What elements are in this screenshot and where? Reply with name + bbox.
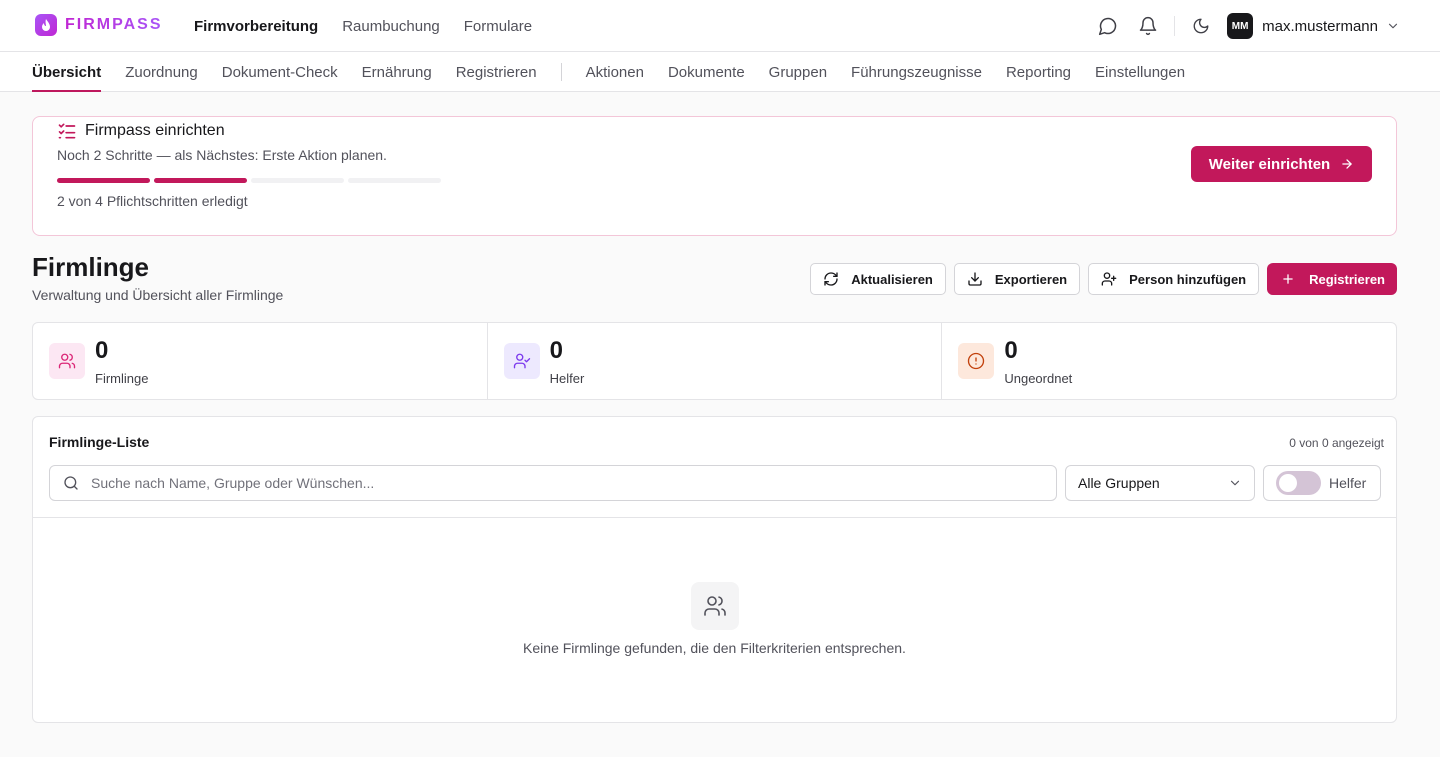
users-icon [49, 343, 85, 379]
theme-toggle-button[interactable] [1181, 6, 1221, 46]
chevron-down-icon [1230, 480, 1240, 486]
tab-dokument-check[interactable]: Dokument-Check [222, 52, 338, 92]
top-right-controls: MM max.mustermann [1088, 0, 1400, 52]
search-field[interactable] [49, 465, 1057, 501]
setup-description: Noch 2 Schritte — als Nächstes: Erste Ak… [57, 147, 387, 163]
register-label: Registrieren [1309, 271, 1385, 287]
bell-icon [1139, 16, 1157, 36]
stat-label: Ungeordnet [1004, 371, 1073, 386]
header-divider [1174, 16, 1176, 36]
chat-icon [1099, 17, 1117, 36]
checklist-icon [58, 123, 76, 139]
brand-name: FIRMPASS [65, 16, 163, 33]
user-name[interactable]: max.mustermann [1262, 18, 1378, 35]
moon-icon [1193, 18, 1209, 34]
tab-einstellungen[interactable]: Einstellungen [1095, 52, 1185, 92]
tab-zuordnung[interactable]: Zuordnung [125, 52, 198, 92]
tab-dokumente[interactable]: Dokumente [668, 52, 745, 92]
page-actions: Aktualisieren Exportieren Person hinzufü… [810, 263, 1397, 295]
page-title: Firmlinge [32, 252, 150, 282]
notifications-button[interactable] [1128, 6, 1168, 46]
empty-state-text: Keine Firmlinge gefunden, die den Filter… [523, 640, 906, 656]
refresh-button[interactable]: Aktualisieren [810, 263, 946, 295]
download-icon [968, 272, 982, 286]
avatar[interactable]: MM [1227, 13, 1254, 39]
plus-icon [1283, 274, 1293, 284]
tab-fuehrungszeugnisse[interactable]: Führungszeugnisse [851, 52, 982, 92]
sub-nav: Übersicht Zuordnung Dokument-Check Ernäh… [0, 52, 1440, 92]
flame-icon [35, 14, 57, 36]
stat-label: Firmlinge [95, 371, 149, 386]
users-icon [691, 582, 739, 630]
toggle-knob [1279, 474, 1297, 492]
brand-logo[interactable]: FIRMPASS [35, 14, 162, 36]
main-nav-formulare[interactable]: Formulare [464, 18, 532, 35]
search-icon [64, 476, 78, 490]
stat-value: 0 [1004, 337, 1018, 364]
user-plus-icon [1101, 272, 1117, 286]
chevron-down-icon[interactable] [1386, 19, 1400, 33]
user-check-icon [503, 343, 540, 379]
stat-value: 0 [549, 337, 564, 364]
progress-step-2 [154, 178, 247, 183]
list-title: Firmlinge-Liste [49, 434, 150, 450]
setup-card: Firmpass einrichten Noch 2 Schritte — al… [32, 116, 1397, 236]
list-divider [33, 517, 1396, 518]
setup-progress [57, 178, 441, 183]
search-input[interactable] [91, 475, 991, 491]
sub-nav-separator [560, 63, 562, 81]
tab-registrieren[interactable]: Registrieren [456, 52, 537, 92]
tab-aktionen[interactable]: Aktionen [586, 52, 644, 92]
progress-step-3 [251, 178, 344, 183]
tab-ernaehrung[interactable]: Ernährung [362, 52, 432, 92]
stat-value: 0 [95, 337, 109, 364]
continue-setup-button[interactable]: Weiter einrichten [1191, 146, 1372, 182]
add-person-button[interactable]: Person hinzufügen [1088, 263, 1260, 295]
chat-button[interactable] [1088, 6, 1128, 46]
main-nav-firmvorbereitung[interactable]: Firmvorbereitung [194, 18, 318, 35]
stat-label: Helfer [549, 371, 585, 386]
stat-ungeordnet: 0 Ungeordnet [942, 323, 1396, 399]
continue-setup-label: Weiter einrichten [1208, 155, 1331, 173]
register-button[interactable]: Registrieren [1267, 263, 1397, 295]
add-person-label: Person hinzufügen [1129, 271, 1247, 287]
helper-filter: Helfer [1263, 465, 1381, 501]
alert-circle-icon [958, 343, 995, 379]
progress-step-4 [348, 178, 441, 183]
helper-toggle[interactable] [1276, 471, 1321, 495]
main-nav: Firmvorbereitung Raumbuchung Formulare [194, 0, 532, 52]
export-label: Exportieren [994, 271, 1068, 287]
group-select[interactable]: Alle Gruppen [1065, 465, 1255, 501]
main-nav-raumbuchung[interactable]: Raumbuchung [342, 18, 440, 35]
tab-uebersicht[interactable]: Übersicht [32, 52, 102, 92]
refresh-label: Aktualisieren [851, 271, 933, 287]
firmlinge-list-card: Firmlinge-Liste 0 von 0 angezeigt Alle G… [32, 416, 1397, 723]
tab-gruppen[interactable]: Gruppen [769, 52, 827, 92]
list-count: 0 von 0 angezeigt [1289, 436, 1384, 450]
progress-step-1 [57, 178, 150, 183]
stat-helfer: 0 Helfer [488, 323, 943, 399]
refresh-icon [824, 272, 838, 286]
setup-title: Firmpass einrichten [85, 122, 225, 139]
setup-step-count: 2 von 4 Pflichtschritten erledigt [57, 193, 248, 209]
export-button[interactable]: Exportieren [953, 263, 1081, 295]
setup-title-row: Firmpass einrichten [57, 121, 225, 141]
page-subtitle: Verwaltung und Übersicht aller Firmlinge [32, 287, 284, 303]
stats-row: 0 Firmlinge 0 Helfer 0 Ungeordnet [32, 322, 1397, 400]
stat-firmlinge: 0 Firmlinge [33, 323, 488, 399]
top-bar: FIRMPASS Firmvorbereitung Raumbuchung Fo… [0, 0, 1440, 52]
arrow-right-icon [1342, 159, 1352, 169]
helper-toggle-label: Helfer [1329, 475, 1367, 491]
group-select-value: Alle Gruppen [1078, 475, 1160, 491]
tab-reporting[interactable]: Reporting [1006, 52, 1071, 92]
